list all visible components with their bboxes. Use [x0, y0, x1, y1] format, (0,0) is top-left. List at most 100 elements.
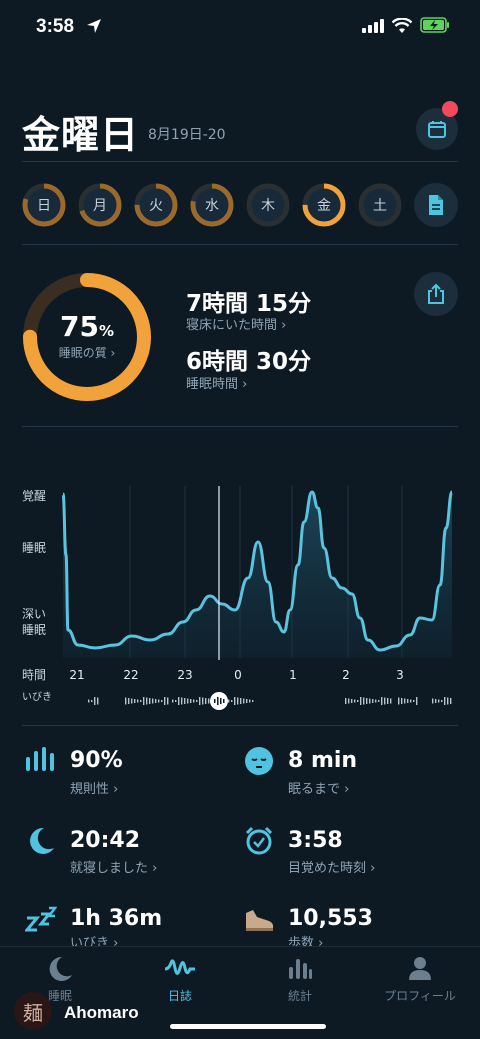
snore-bar [432, 698, 434, 704]
time-in-bed-value: 7時間 15分 [186, 291, 312, 317]
snore-bar [240, 698, 242, 704]
day-ring-1[interactable]: 日 [22, 183, 66, 227]
snore-bar [384, 697, 386, 705]
day-ring-4[interactable]: 水 [190, 183, 234, 227]
snore-bar [372, 699, 374, 703]
snore-zzz-icon [24, 903, 58, 937]
moon-icon [49, 956, 72, 981]
snore-bar [345, 698, 347, 704]
snore-bar [407, 699, 409, 703]
snore-bar [205, 698, 207, 704]
day-ring-3[interactable]: 火 [134, 183, 178, 227]
snore-bar [143, 697, 145, 705]
snore-bar [175, 700, 177, 702]
divider [22, 244, 458, 245]
snore-bar [450, 698, 452, 704]
snore-bar [357, 700, 359, 702]
snoring-value: 1h 36m [70, 906, 163, 931]
snore-bar [134, 699, 136, 703]
hour-tick-label: 2 [342, 668, 350, 682]
tab-journal-label: 日誌 [167, 989, 192, 1003]
sleep-time-value: 6時間 30分 [186, 349, 312, 375]
snore-bar [351, 699, 353, 703]
bedtime-label[interactable]: 就寝しました › [70, 857, 157, 876]
divider [22, 161, 458, 162]
date-range: 8月19日-20 [148, 127, 226, 143]
snore-bar [234, 697, 236, 705]
snore-bar [378, 700, 380, 702]
snore-bar [444, 697, 446, 705]
snore-bar [438, 699, 440, 703]
sleep-time-label[interactable]: 睡眠時間 › [186, 373, 247, 392]
day-ring-label: 火 [149, 198, 163, 214]
sleepy-face-icon [242, 744, 276, 778]
day-ring-5[interactable]: 木 [246, 183, 290, 227]
snore-bar [354, 699, 356, 703]
snore-bar [252, 700, 254, 702]
tab-journal[interactable]: 日誌 [130, 955, 230, 1004]
hypnogram-chart[interactable]: 21 22 23 0 1 2 3 [0, 470, 480, 710]
day-ring-label: 水 [205, 198, 219, 214]
regularity-value: 90% [70, 748, 123, 773]
wakeup-label[interactable]: 目覚めた時刻 › [288, 857, 375, 876]
snore-bar [366, 698, 368, 704]
snore-bar [410, 699, 412, 703]
day-ring-2[interactable]: 月 [78, 183, 122, 227]
day-ring-label: 土 [373, 198, 387, 214]
tab-profile[interactable]: プロフィール [370, 955, 470, 1004]
snore-bar [178, 697, 180, 705]
snore-bar [404, 698, 406, 704]
snore-bar [196, 700, 198, 702]
snore-bar [401, 698, 403, 704]
hour-tick-label: 23 [177, 668, 192, 682]
snore-bar [161, 700, 163, 702]
snore-bar [237, 697, 239, 705]
snore-bar [375, 699, 377, 703]
scrubber-handle[interactable] [210, 692, 228, 710]
shoe-icon [242, 903, 276, 937]
regularity-icon [24, 744, 58, 778]
snore-bar [88, 699, 90, 703]
alarm-clock-icon [242, 824, 276, 858]
day-ring-6[interactable]: 金 [302, 183, 346, 227]
notification-dot [442, 101, 458, 117]
steps-value: 10,553 [288, 906, 373, 931]
snore-bar [360, 697, 362, 705]
snore-bar [202, 697, 204, 705]
avatar: 麺 [14, 992, 52, 1030]
status-bar: 3:58 [0, 0, 480, 56]
snore-bar [390, 698, 392, 704]
share-button[interactable] [414, 272, 458, 316]
day-ring-7[interactable]: 土 [358, 183, 402, 227]
hour-tick-label: 22 [123, 668, 138, 682]
snore-bar [149, 698, 151, 704]
battery-charging-icon [420, 17, 449, 33]
snore-bar [231, 700, 233, 702]
snore-bar [199, 697, 201, 705]
tab-stats[interactable]: 統計 [250, 955, 350, 1004]
snore-bar [398, 697, 400, 705]
divider [22, 725, 458, 726]
time-in-bed-label[interactable]: 寝床にいた時間 › [186, 314, 286, 333]
snore-bar [172, 699, 174, 703]
report-button[interactable] [414, 183, 458, 227]
fall-asleep-value: 8 min [288, 748, 358, 773]
bedtime-value: 20:42 [70, 828, 141, 853]
snore-bar [158, 699, 160, 703]
snore-bar [97, 697, 99, 705]
snore-bar [381, 697, 383, 705]
user-name: Ahomaro [64, 1003, 139, 1022]
snore-bar [447, 697, 449, 705]
sleep-quality-value: 75% [60, 310, 114, 343]
snore-bar [140, 700, 142, 702]
day-ring-label: 金 [317, 198, 331, 214]
snore-bar [441, 700, 443, 702]
snore-bar [137, 699, 139, 703]
sleep-quality-label[interactable]: 睡眠の質 › [20, 344, 154, 361]
regularity-label[interactable]: 規則性 › [70, 778, 118, 797]
snore-bar [155, 699, 157, 703]
snore-bar [167, 697, 169, 705]
fall-asleep-label[interactable]: 眠るまで › [288, 778, 349, 797]
home-indicator[interactable] [170, 1024, 326, 1029]
snore-bar [184, 698, 186, 704]
